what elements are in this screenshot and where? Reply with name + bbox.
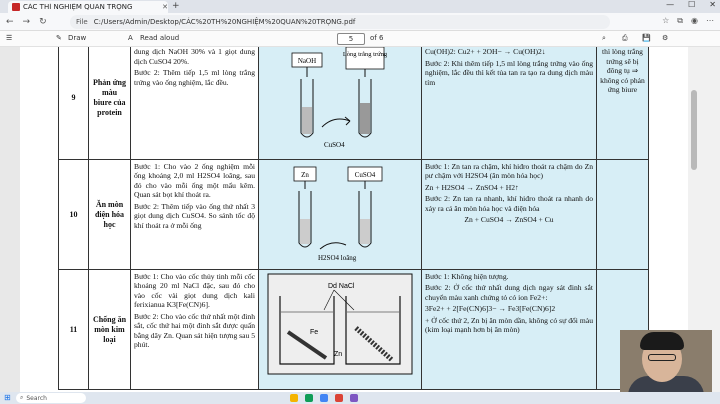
profile-icon[interactable]: ◉ [691,16,698,26]
save-icon[interactable]: 💾 [642,34,651,42]
observation-text: Zn + CuSO4 → ZnSO4 + Cu [464,215,554,225]
observation-cell: Bước 1: Có kết tủa màu xanh nhạt do tạo … [421,47,597,160]
contents-icon[interactable]: ☰ [6,34,12,42]
edge-icon[interactable] [305,394,313,402]
procedure-step: Bước 2: Cho vào cốc thứ nhất một đinh sắ… [134,311,255,350]
experiment-name: Phản ứng màu biure của protein [88,47,131,160]
corrosion-figure: Dd NaCl Fe Zn [267,273,413,375]
table-row: 9 Phản ứng màu biure của protein Bước 1:… [58,47,649,160]
observation-text: Zn + H2SO4 → ZnSO4 + H2↑ [425,182,519,192]
procedure-cell: Bước 1: Cho vào 2 ống nghiệm mỗi ống kho… [130,159,259,270]
browser-tab[interactable]: CÁC THÍ NGHIỆM QUAN TRỌNG ✕ [8,1,168,13]
procedure-step: Bước 1: Cho vào 2 ống nghiệm mỗi ống kho… [134,162,255,200]
window-controls: — ☐ ✕ [666,0,716,9]
extensions-icon[interactable]: ⧉ [677,16,683,26]
taskbar-search[interactable]: ⌕ Search [16,393,86,403]
chrome-icon[interactable] [320,394,328,402]
procedure-step: Bước 2: Thêm tiếp vào ống thứ nhất 3 giọ… [134,201,255,230]
minimize-icon[interactable]: — [666,0,674,9]
file-explorer-icon[interactable] [290,394,298,402]
refresh-icon[interactable]: ↻ [39,17,47,27]
experiments-table: 9 Phản ứng màu biure của protein Bước 1:… [58,47,649,390]
page-number-input[interactable]: 5 [337,33,365,45]
page-total: of 6 [370,34,384,42]
scrollbar-thumb[interactable] [691,90,697,170]
procedure-cell: Bước 1: Cho vào cốc thủy tinh mỗi cốc kh… [130,269,259,390]
read-aloud-icon[interactable]: A [128,34,133,42]
fig-label-fe: Fe [310,329,318,336]
forward-icon[interactable]: → [23,17,31,27]
address-bar-row: ← → ↻ File C:/Users/Admin/Desktop/CÁC%20… [0,13,720,31]
fig-label-zn: Zn [334,351,342,358]
procedure-step: Bước 2: Thêm tiếp 1,5 ml lòng trắng trứn… [134,68,255,87]
observation-cell: Bước 1: Không hiện tượng. Bước 2: Ở cốc … [421,269,597,390]
draw-button[interactable]: Draw [68,34,86,42]
figure-cell: Dd NaCl Fe Zn [258,269,422,390]
procedure-cell: Bước 1: Thêm vào ống nghiệm 1 ml dung dị… [130,47,259,160]
search-icon: ⌕ [20,394,24,401]
settings-icon[interactable]: ⚙ [662,34,668,42]
procedure-step: Bước 1: Thêm vào ống nghiệm 1 ml dung dị… [134,47,255,66]
search-doc-icon[interactable]: ⌕ [602,34,606,43]
experiment-name: Ăn mòn điện hóa học [88,159,131,270]
observation-cell: Bước 1: Zn tan ra chậm, khí hiđro thoát … [421,159,597,270]
start-icon[interactable]: ⊞ [4,393,11,402]
app-icon[interactable] [350,394,358,402]
maximize-icon[interactable]: ☐ [688,0,695,9]
row-number: 10 [58,159,89,270]
presenter-hair [640,332,684,350]
observation-text: Bước 1: Zn tan ra chậm, khí hiđro thoát … [425,162,593,181]
observation-text: Bước 2: Zn tan ra nhanh, khí hiđro thoát… [425,194,593,213]
figure-cell: Zn CuSO4 H2SO4 loãng [258,159,422,270]
page-current: 5 [348,35,354,43]
tab-title: CÁC THÍ NGHIỆM QUAN TRỌNG [23,3,133,11]
taskbar-apps [290,394,358,402]
note-cell: Nếu đun nóng thì lòng trắng trứng sẽ bị … [596,47,649,160]
biuret-figure: NaOH Lòng trắng trứng CuSO4 [291,47,388,149]
favorite-icon[interactable]: ☆ [662,16,669,26]
row-number: 11 [58,269,89,390]
url-text: C:/Users/Admin/Desktop/CÁC%20TH%20NGHIỆM… [93,18,356,26]
observation-text: Bước 1: Không hiện tượng. [425,272,509,281]
fig-label-nacl: Dd NaCl [328,283,355,290]
fig-label-h2so4: H2SO4 loãng [318,254,357,262]
fig-label-egg-white: Lòng trắng trứng [343,51,388,58]
close-window-icon[interactable]: ✕ [709,0,716,9]
zinc-figure: Zn CuSO4 H2SO4 loãng [293,166,383,262]
url-scheme-label: File [76,18,88,26]
taskbar: ⊞ ⌕ Search [0,392,720,404]
observation-text: 3Fe2+ + 2[Fe(CN)6]3− → Fe3[Fe(CN)6]2 [425,304,556,314]
observation-text: Bước 2: Ở cốc thứ nhất dung dịch ngay sá… [425,283,593,302]
fig-label-zn: Zn [301,171,309,179]
app-icon[interactable] [335,394,343,402]
close-tab-icon[interactable]: ✕ [162,3,168,11]
print-icon[interactable]: ⎙ [622,34,628,43]
figure-cell: NaOH Lòng trắng trứng CuSO4 [258,47,422,160]
webcam-overlay [620,330,712,392]
fig-label-cuso4: CuSO4 [324,141,345,149]
observation-text: + Ở cốc thứ 2, Zn bị ăn mòn dần, không c… [425,315,593,335]
table-row: 10 Ăn mòn điện hóa học Bước 1: Cho vào 2… [58,159,649,270]
experiment-name: Chống ăn mòn kim loại [88,269,131,390]
observation-text: Bước 2: Khi thêm tiếp 1,5 ml lòng trắng … [425,58,593,87]
new-tab-icon[interactable]: + [172,1,180,11]
fig-label-cuso4: CuSO4 [355,171,376,179]
row-number: 9 [58,47,89,160]
note-cell [596,159,649,270]
table-row: 11 Chống ăn mòn kim loại Bước 1: Cho vào… [58,269,649,390]
search-label: Search [26,394,47,402]
back-icon[interactable]: ← [6,17,14,27]
url-field[interactable]: File C:/Users/Admin/Desktop/CÁC%20TH%20N… [70,15,610,29]
pdf-page: 9 Phản ứng màu biure của protein Bước 1:… [20,47,688,392]
procedure-step: Bước 1: Cho vào cốc thủy tinh mỗi cốc kh… [134,272,255,310]
pdf-toolbar: ☰ ✎ Draw A Read aloud 5 of 6 ⌕ ⎙ 💾 ⚙ [0,31,720,47]
fig-label-naoh: NaOH [298,57,316,65]
tab-bar: CÁC THÍ NGHIỆM QUAN TRỌNG ✕ + — ☐ ✕ [0,0,720,13]
pdf-icon [12,3,20,11]
menu-icon[interactable]: ⋯ [706,16,714,26]
draw-icon[interactable]: ✎ [56,34,62,42]
presenter-glasses [648,354,676,361]
observation-text: Bước 1: Có kết tủa màu xanh nhạt do tạo … [425,47,546,57]
read-aloud-button[interactable]: Read aloud [140,34,179,42]
